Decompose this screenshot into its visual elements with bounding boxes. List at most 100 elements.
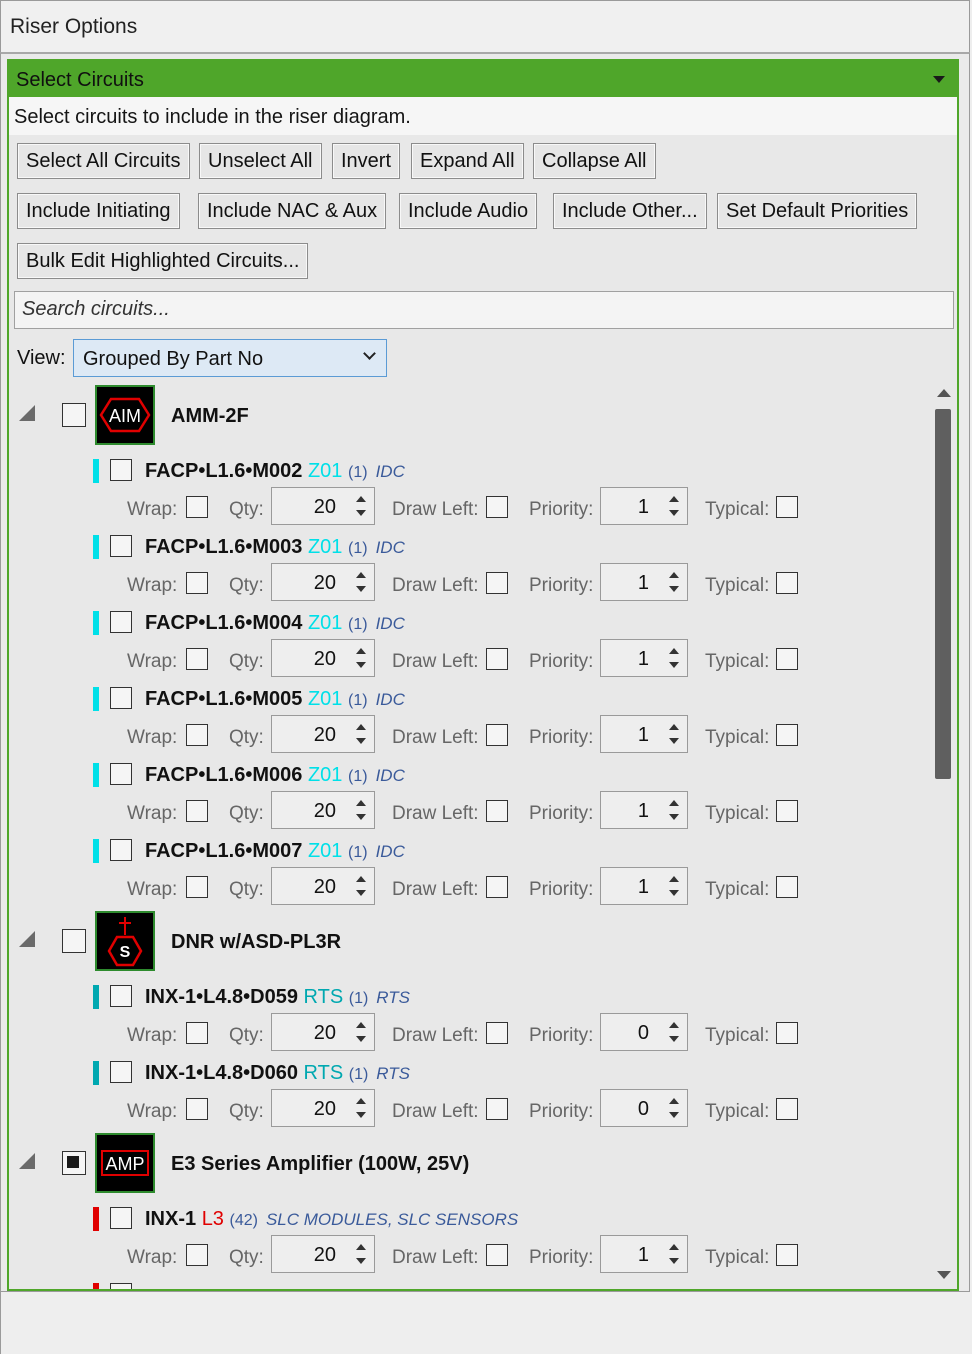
spin-up-icon[interactable]	[356, 724, 366, 730]
circuit-row[interactable]: INX-1•L4.8•D060 RTS (1) RTS Wrap: Qty: 20 Dra…	[9, 1053, 929, 1129]
typical-checkbox[interactable]	[776, 1022, 798, 1044]
bulk-edit-button[interactable]: Bulk Edit Highlighted Circuits...	[17, 243, 309, 279]
circuit-tree-list[interactable]: AIM AMM-2F FACP•L1.6•M002 Z01 (1) IDC Wrap: Q…	[9, 385, 929, 1289]
draw-left-checkbox[interactable]	[486, 1244, 508, 1266]
draw-left-checkbox[interactable]	[486, 648, 508, 670]
collapse-arrow-icon[interactable]	[933, 76, 945, 83]
expand-triangle-icon[interactable]	[19, 1153, 35, 1169]
include-other-button[interactable]: Include Other...	[553, 193, 707, 229]
panel-header[interactable]: Select Circuits	[9, 61, 957, 97]
draw-left-checkbox[interactable]	[486, 1098, 508, 1120]
priority-stepper[interactable]: 1	[600, 1235, 688, 1273]
spin-up-icon[interactable]	[669, 876, 679, 882]
group-row[interactable]: S DNR w/ASD-PL3R	[9, 911, 929, 973]
invert-button[interactable]: Invert	[332, 143, 401, 179]
spin-down-icon[interactable]	[669, 1036, 679, 1042]
priority-stepper[interactable]: 1	[600, 791, 688, 829]
typical-checkbox[interactable]	[776, 724, 798, 746]
scroll-down-arrow-icon[interactable]	[937, 1271, 951, 1279]
draw-left-checkbox[interactable]	[486, 876, 508, 898]
spin-up-icon[interactable]	[669, 496, 679, 502]
spin-up-icon[interactable]	[669, 648, 679, 654]
qty-stepper[interactable]: 20	[271, 639, 375, 677]
circuit-row[interactable]	[9, 1275, 929, 1289]
spin-down-icon[interactable]	[669, 814, 679, 820]
spin-down-icon[interactable]	[356, 890, 366, 896]
circuit-checkbox[interactable]	[110, 611, 132, 633]
spin-up-icon[interactable]	[356, 876, 366, 882]
spin-down-icon[interactable]	[356, 1112, 366, 1118]
typical-checkbox[interactable]	[776, 648, 798, 670]
search-input[interactable]	[22, 292, 942, 326]
circuit-checkbox[interactable]	[110, 687, 132, 709]
circuit-checkbox[interactable]	[110, 985, 132, 1007]
spin-down-icon[interactable]	[356, 738, 366, 744]
draw-left-checkbox[interactable]	[486, 496, 508, 518]
circuit-row[interactable]: FACP•L1.6•M002 Z01 (1) IDC Wrap: Qty: 20 Draw…	[9, 451, 929, 527]
wrap-checkbox[interactable]	[186, 1244, 208, 1266]
typical-checkbox[interactable]	[776, 800, 798, 822]
include-audio-button[interactable]: Include Audio	[399, 193, 538, 229]
qty-stepper[interactable]: 20	[271, 1235, 375, 1273]
spin-down-icon[interactable]	[669, 738, 679, 744]
priority-stepper[interactable]: 1	[600, 715, 688, 753]
circuit-row[interactable]: INX-1•L4.8•D059 RTS (1) RTS Wrap: Qty: 20 Dra…	[9, 977, 929, 1053]
spin-up-icon[interactable]	[669, 724, 679, 730]
circuit-row[interactable]: FACP•L1.6•M003 Z01 (1) IDC Wrap: Qty: 20 Draw…	[9, 527, 929, 603]
spin-up-icon[interactable]	[669, 1244, 679, 1250]
qty-stepper[interactable]: 20	[271, 487, 375, 525]
spin-down-icon[interactable]	[356, 662, 366, 668]
priority-stepper[interactable]: 1	[600, 867, 688, 905]
spin-down-icon[interactable]	[669, 890, 679, 896]
qty-stepper[interactable]: 20	[271, 1013, 375, 1051]
circuit-row[interactable]: FACP•L1.6•M004 Z01 (1) IDC Wrap: Qty: 20 Draw…	[9, 603, 929, 679]
circuit-checkbox[interactable]	[110, 1061, 132, 1083]
circuit-row[interactable]: FACP•L1.6•M005 Z01 (1) IDC Wrap: Qty: 20 Draw…	[9, 679, 929, 755]
typical-checkbox[interactable]	[776, 572, 798, 594]
spin-down-icon[interactable]	[669, 1112, 679, 1118]
wrap-checkbox[interactable]	[186, 800, 208, 822]
spin-up-icon[interactable]	[669, 1098, 679, 1104]
expand-all-button[interactable]: Expand All	[411, 143, 524, 179]
spin-down-icon[interactable]	[669, 586, 679, 592]
spin-down-icon[interactable]	[669, 662, 679, 668]
spin-up-icon[interactable]	[356, 1098, 366, 1104]
wrap-checkbox[interactable]	[186, 1022, 208, 1044]
spin-down-icon[interactable]	[356, 1258, 366, 1264]
set-default-priorities-button[interactable]: Set Default Priorities	[717, 193, 918, 229]
group-row[interactable]: AMP E3 Series Amplifier (100W, 25V)	[9, 1133, 929, 1195]
wrap-checkbox[interactable]	[186, 648, 208, 670]
circuit-checkbox[interactable]	[110, 459, 132, 481]
circuit-checkbox[interactable]	[110, 1283, 132, 1289]
spin-up-icon[interactable]	[356, 800, 366, 806]
spin-up-icon[interactable]	[356, 572, 366, 578]
group-checkbox[interactable]	[62, 1151, 86, 1175]
select-all-circuits-button[interactable]: Select All Circuits	[17, 143, 190, 179]
group-checkbox[interactable]	[62, 403, 86, 427]
spin-up-icon[interactable]	[669, 572, 679, 578]
expand-triangle-icon[interactable]	[19, 405, 35, 421]
qty-stepper[interactable]: 20	[271, 1089, 375, 1127]
qty-stepper[interactable]: 20	[271, 867, 375, 905]
circuit-checkbox[interactable]	[110, 839, 132, 861]
draw-left-checkbox[interactable]	[486, 572, 508, 594]
draw-left-checkbox[interactable]	[486, 724, 508, 746]
spin-up-icon[interactable]	[356, 648, 366, 654]
group-row[interactable]: AIM AMM-2F	[9, 385, 929, 447]
typical-checkbox[interactable]	[776, 1098, 798, 1120]
priority-stepper[interactable]: 0	[600, 1089, 688, 1127]
unselect-all-button[interactable]: Unselect All	[199, 143, 322, 179]
wrap-checkbox[interactable]	[186, 496, 208, 518]
qty-stepper[interactable]: 20	[271, 791, 375, 829]
qty-stepper[interactable]: 20	[271, 563, 375, 601]
group-checkbox[interactable]	[62, 929, 86, 953]
spin-up-icon[interactable]	[356, 496, 366, 502]
circuit-checkbox[interactable]	[110, 763, 132, 785]
include-nac-aux-button[interactable]: Include NAC & Aux	[198, 193, 387, 229]
scroll-up-arrow-icon[interactable]	[937, 389, 951, 397]
spin-down-icon[interactable]	[669, 1258, 679, 1264]
qty-stepper[interactable]: 20	[271, 715, 375, 753]
spin-up-icon[interactable]	[356, 1244, 366, 1250]
spin-up-icon[interactable]	[669, 1022, 679, 1028]
priority-stepper[interactable]: 1	[600, 639, 688, 677]
